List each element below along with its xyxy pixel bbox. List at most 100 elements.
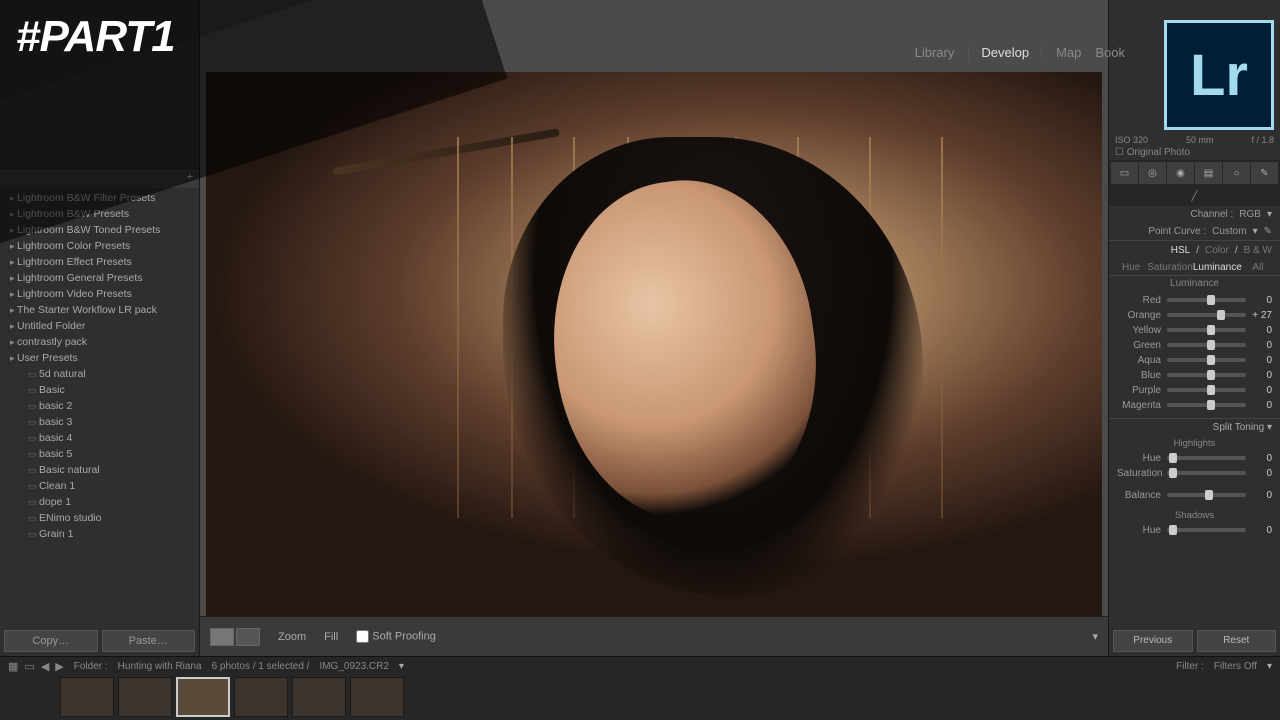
chevron-down-icon[interactable]: ▾ [1267,661,1272,672]
preset-group[interactable]: Lightroom Video Presets [10,286,199,302]
overlay-title: #PART1 [16,12,175,62]
thumbnail[interactable] [60,677,114,717]
filter-select[interactable]: Filters Off [1214,661,1257,672]
luminance-yellow-slider[interactable]: Yellow0 [1117,323,1272,337]
tone-curve-mini[interactable]: ╱ [1109,186,1280,206]
preset-group[interactable]: The Starter Workflow LR pack [10,302,199,318]
next-photo-icon[interactable]: ▶ [55,660,63,673]
folder-name[interactable]: Hunting with Riana [118,661,202,672]
module-picker: Library Develop Map Book [915,45,1125,60]
current-file: IMG_0923.CR2 [319,661,388,672]
loupe-view-button[interactable] [210,628,234,646]
hue-slider[interactable]: Hue 0 [1117,451,1272,465]
color-tab[interactable]: Color [1205,245,1229,256]
channel-select[interactable]: RGB [1239,209,1261,220]
preset-group[interactable]: Untitled Folder [10,318,199,334]
preset-item[interactable]: Grain 1 [10,526,199,542]
toolbar-disclose-icon[interactable]: ▾ [1092,630,1098,643]
luminance-purple-slider[interactable]: Purple0 [1117,383,1272,397]
content-toolbar: Zoom Fill Soft Proofing ▾ [200,616,1108,656]
point-curve-select[interactable]: Custom [1212,226,1246,237]
paste-button[interactable]: Paste… [102,630,196,652]
point-curve-label: Point Curve : [1148,226,1206,237]
split-toning-header[interactable]: Split Toning ▾ [1109,418,1280,436]
folder-label: Folder : [74,661,108,672]
lightroom-logo-text: Lr [1190,42,1248,109]
local-tools-row: ▭ ◎ ◉ ▤ ○ ✎ [1109,160,1280,186]
zoom-label[interactable]: Zoom [278,631,306,643]
preset-item[interactable]: basic 3 [10,414,199,430]
preset-item[interactable]: basic 2 [10,398,199,414]
preset-item[interactable]: Basic natural [10,462,199,478]
luminance-blue-slider[interactable]: Blue0 [1117,368,1272,382]
luminance-aqua-slider[interactable]: Aqua0 [1117,353,1272,367]
preset-group[interactable]: contrastly pack [10,334,199,350]
redeye-tool-icon[interactable]: ◉ [1167,162,1194,184]
view-mode-buttons [210,628,260,646]
preset-item[interactable]: Basic [10,382,199,398]
previous-button[interactable]: Previous [1113,630,1193,652]
secondary-display-icon[interactable]: ▭ [24,660,34,673]
reset-button[interactable]: Reset [1197,630,1277,652]
luminance-red-slider[interactable]: Red0 [1117,293,1272,307]
grad-tool-icon[interactable]: ▤ [1195,162,1222,184]
tab-all[interactable]: All [1242,262,1274,273]
preset-item[interactable]: basic 4 [10,430,199,446]
balance-slider[interactable]: Balance 0 [1117,488,1272,502]
photo-count: 6 photos / 1 selected / [212,661,310,672]
thumbnail-selected[interactable] [176,677,230,717]
tab-hue[interactable]: Hue [1115,262,1147,273]
thumbnail[interactable] [118,677,172,717]
thumbnail[interactable] [234,677,288,717]
preset-group[interactable]: Lightroom General Presets [10,270,199,286]
filter-label: Filter : [1176,661,1204,672]
copy-button[interactable]: Copy… [4,630,98,652]
radial-tool-icon[interactable]: ○ [1223,162,1250,184]
spot-tool-icon[interactable]: ◎ [1139,162,1166,184]
tab-saturation[interactable]: Saturation [1147,262,1193,273]
bw-tab[interactable]: B & W [1244,245,1272,256]
module-develop[interactable]: Develop [968,45,1042,60]
chevron-down-icon[interactable]: ▾ [1253,226,1258,237]
main-photo [206,72,1102,616]
preset-item[interactable]: basic 5 [10,446,199,462]
luminance-green-slider[interactable]: Green0 [1117,338,1272,352]
preset-group[interactable]: Lightroom Effect Presets [10,254,199,270]
saturation-slider[interactable]: Saturation 0 [1117,466,1272,480]
before-after-button[interactable] [236,628,260,646]
luminance-magenta-slider[interactable]: Magenta0 [1117,398,1272,412]
chevron-down-icon[interactable]: ▾ [1267,209,1272,220]
preset-item[interactable]: 5d natural [10,366,199,382]
filmstrip: ▦ ▭ ◀ ▶ Folder : Hunting with Riana 6 ph… [0,656,1280,720]
luminance-sliders: Red0Orange+ 27Yellow0Green0Aqua0Blue0Pur… [1109,291,1280,418]
preset-item[interactable]: Clean 1 [10,478,199,494]
tab-luminance[interactable]: Luminance [1193,262,1242,273]
hsl-tab[interactable]: HSL [1171,245,1190,256]
curve-edit-icon[interactable]: ✎ [1264,226,1272,237]
soft-proofing-toggle[interactable]: Soft Proofing [356,630,436,643]
grid-icon[interactable]: ▦ [8,660,18,673]
hue-slider-shadows[interactable]: Hue 0 [1117,523,1272,537]
preset-item[interactable]: ENimo studio [10,510,199,526]
channel-label: Channel : [1190,209,1233,220]
preset-list: Lightroom B&W Filter PresetsLightroom B&… [0,188,199,626]
hsl-panel-header: HSL/ Color/ B & W [1109,240,1280,260]
crop-tool-icon[interactable]: ▭ [1111,162,1138,184]
histogram-meta: ISO 320 50 mm f / 1.8 [1109,135,1280,145]
fill-label[interactable]: Fill [324,631,338,643]
original-photo-toggle[interactable]: Original Photo [1109,145,1280,160]
prev-photo-icon[interactable]: ◀ [41,660,49,673]
module-library[interactable]: Library [915,45,955,60]
preset-group[interactable]: Lightroom Color Presets [10,238,199,254]
luminance-orange-slider[interactable]: Orange+ 27 [1117,308,1272,322]
preset-item[interactable]: dope 1 [10,494,199,510]
module-map[interactable]: Map [1056,45,1081,60]
preset-group[interactable]: User Presets [10,350,199,366]
chevron-down-icon[interactable]: ▾ [399,661,404,672]
shadows-label: Shadows [1109,508,1280,521]
thumbnail[interactable] [292,677,346,717]
module-book[interactable]: Book [1095,45,1125,60]
filmstrip-nav: ▦ ▭ ◀ ▶ [8,660,64,673]
thumbnail[interactable] [350,677,404,717]
brush-tool-icon[interactable]: ✎ [1251,162,1278,184]
